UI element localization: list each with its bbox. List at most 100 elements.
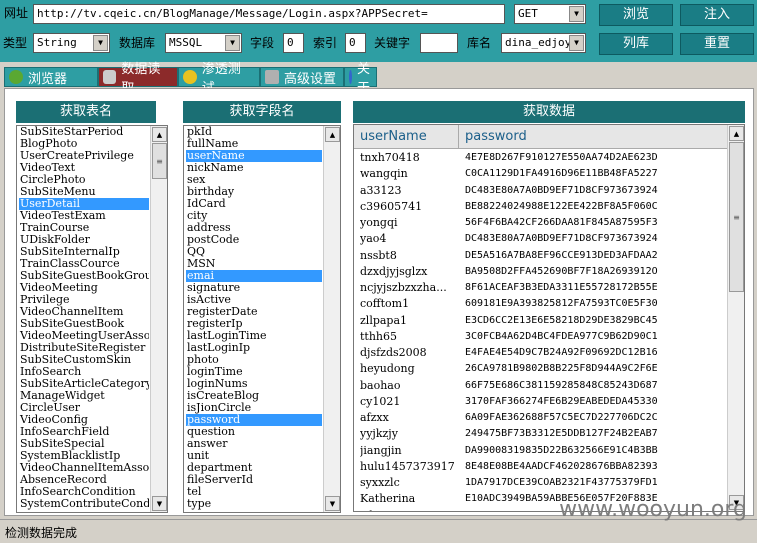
list-item[interactable]: SubSiteGuestBookGroup (19, 270, 149, 282)
list-item[interactable]: UserCreatePrivilege (19, 150, 149, 162)
table-row[interactable]: hulu1457373917 8E48E08BE4AADCF462028676BB… (354, 459, 728, 475)
list-item[interactable]: photo (186, 354, 322, 366)
keyword-input[interactable] (420, 33, 458, 53)
inject-button[interactable]: 注入 (680, 4, 754, 26)
scroll-down-icon[interactable]: ▼ (152, 496, 167, 511)
type-select[interactable]: String ▼ (33, 33, 110, 53)
list-item[interactable]: registerIp (186, 318, 322, 330)
list-item[interactable]: fullName (186, 138, 322, 150)
list-item[interactable]: SystemContributeCondi (19, 498, 149, 510)
table-row[interactable]: yongqi 56F4F6BA42CF266DAA81F845A87595F3 (354, 215, 728, 231)
list-item[interactable]: birthday (186, 186, 322, 198)
scroll-up-icon[interactable]: ▲ (325, 127, 340, 142)
table-row[interactable]: djsfzds2008 E4FAE4E54D9C7B24A92F09692DC12… (354, 345, 728, 361)
list-item[interactable]: emai (186, 270, 322, 282)
scroll-thumb[interactable]: ≡ (729, 142, 744, 292)
list-item[interactable]: InfoSearchCondition (19, 486, 149, 498)
table-name-list[interactable]: SubSiteStarPeriod BlogPhoto UserCreatePriv… (16, 125, 168, 513)
list-item[interactable]: CirclePhoto (19, 174, 149, 186)
list-item[interactable]: IdCard (186, 198, 322, 210)
list-item[interactable]: VideoMeeting (19, 282, 149, 294)
list-item[interactable]: registerDate (186, 306, 322, 318)
table-row[interactable]: syxxzlc 1DA7917DCE39COAB2321F43775379FD1 (354, 475, 728, 491)
list-item[interactable]: isActive (186, 294, 322, 306)
table-list-scrollbar[interactable]: ▲ ≡ ▼ (150, 126, 167, 512)
reset-button[interactable]: 重置 (680, 33, 754, 55)
list-item[interactable]: VideoConfig (19, 414, 149, 426)
list-item[interactable]: isJionCircle (186, 402, 322, 414)
list-item[interactable]: TrainCourse (19, 222, 149, 234)
list-item[interactable]: UserDetail (19, 198, 149, 210)
list-item[interactable]: address (186, 222, 322, 234)
scroll-up-icon[interactable]: ▲ (152, 127, 167, 142)
database-select[interactable]: MSSQL ▼ (165, 33, 242, 53)
chevron-down-icon[interactable]: ▼ (93, 35, 108, 51)
list-item[interactable]: fileServerId (186, 474, 322, 486)
table-row[interactable]: yyjkzjy 249475BF73B3312E5DDB127F24B2EAB7 (354, 426, 728, 442)
table-row[interactable]: nssbt8 DE5A516A7BA8EF96CCE913DED3AFDAA2 (354, 248, 728, 264)
list-item[interactable]: pkId (186, 126, 322, 138)
list-item[interactable]: VideoText (19, 162, 149, 174)
tab-advanced[interactable]: 高级设置 (260, 67, 344, 87)
list-item[interactable]: SubSiteSpecial (19, 438, 149, 450)
list-item[interactable]: BlogPhoto (19, 138, 149, 150)
url-input[interactable]: http://tv.cqeic.cn/BlogManage/Message/Lo… (33, 4, 505, 24)
tab-browser[interactable]: 浏览器 (4, 67, 98, 87)
list-item[interactable]: answer (186, 438, 322, 450)
table-row[interactable]: cy1021 3170FAF366274FE6B29EABEDEDA45330 (354, 394, 728, 410)
list-item[interactable]: SubSiteMenu (19, 186, 149, 198)
list-item[interactable]: department (186, 462, 322, 474)
list-item[interactable]: VideoChannelItemAssoc (19, 462, 149, 474)
column-header-username[interactable]: userName (354, 125, 459, 149)
table-row[interactable]: c39605741 BE88224024988E122EE422BF8A5F060… (354, 199, 728, 215)
chevron-down-icon[interactable]: ▼ (569, 35, 584, 51)
index-input[interactable]: 0 (345, 33, 366, 53)
list-item[interactable]: tel (186, 486, 322, 498)
table-row[interactable]: wangqin C0CA1129D1FA4916D96E11BB48FA5227 (354, 166, 728, 182)
list-item[interactable]: question (186, 426, 322, 438)
list-item[interactable]: nickName (186, 162, 322, 174)
list-item[interactable]: SubSiteInternalIp (19, 246, 149, 258)
libname-select[interactable]: dina_edjoy_ ▼ (501, 33, 586, 53)
list-item[interactable]: unit (186, 450, 322, 462)
list-item[interactable]: VideoChannelItem (19, 306, 149, 318)
table-row[interactable]: ncjyjszbzxzha... 8F61ACEAF3B3EDA3311E5572… (354, 280, 728, 296)
list-item[interactable]: loginTime (186, 366, 322, 378)
table-row[interactable]: cofftom1 609181E9A393825812FA7593TC0E5F30 (354, 296, 728, 312)
chevron-down-icon[interactable]: ▼ (225, 35, 240, 51)
data-grid[interactable]: userName password tnxh70418 4E7E8D267F910… (353, 124, 745, 512)
field-list-scrollbar[interactable]: ▲ ▼ (323, 126, 340, 512)
table-row[interactable]: zllpapa1 E3CD6CC2E13E6E58218D29DE3829BC45 (354, 313, 728, 329)
scroll-thumb[interactable]: ≡ (152, 143, 167, 179)
table-row[interactable]: dzxdjyjsglzx BA9508D2FFA452690BF7F18A2693… (354, 264, 728, 280)
list-item[interactable]: AbsenceRecord (19, 474, 149, 486)
scroll-up-icon[interactable]: ▲ (729, 126, 744, 141)
tab-about[interactable]: 关于 (344, 62, 377, 96)
list-item[interactable]: signature (186, 282, 322, 294)
list-item[interactable]: CircleUser (19, 402, 149, 414)
list-item[interactable]: DistributeSiteRegister (19, 342, 149, 354)
list-item[interactable]: InfoSearch (19, 366, 149, 378)
table-row[interactable]: yao4 DC483E80A7A0BD9EF71D8CF973673924 (354, 231, 728, 247)
scroll-down-icon[interactable]: ▼ (325, 496, 340, 511)
table-row[interactable]: afzxx 6A09FAE362688F57C5EC7D227706DC2C (354, 410, 728, 426)
data-grid-scrollbar[interactable]: ▲ ≡ ▼ (727, 125, 744, 511)
list-item[interactable]: UDiskFolder (19, 234, 149, 246)
list-item[interactable]: password (186, 414, 322, 426)
list-item[interactable]: sex (186, 174, 322, 186)
list-item[interactable]: SubSiteGuestBook (19, 318, 149, 330)
table-row[interactable]: heyudong 26CA9781B9802B8B225F8D944A9C2F6E (354, 361, 728, 377)
list-item[interactable]: ManageWidget (19, 390, 149, 402)
list-item[interactable]: postCode (186, 234, 322, 246)
list-item[interactable]: Privilege (19, 294, 149, 306)
field-name-list[interactable]: pkId fullName userName nickName sex birthday I… (183, 125, 341, 513)
table-row[interactable]: baohao 66F75E686C381159285848C85243D687 (354, 378, 728, 394)
list-item[interactable]: SubSiteCustomSkin (19, 354, 149, 366)
table-row[interactable]: tthh65 3C0FCB4A62D4BC4FDEA977C9B62D90C1 (354, 329, 728, 345)
list-item[interactable]: InfoSearchField (19, 426, 149, 438)
method-select[interactable]: GET ▼ (514, 4, 586, 24)
table-row[interactable]: jiangjin DA99008319835D22B632566E91C4B3BB (354, 443, 728, 459)
list-item[interactable]: MSN (186, 258, 322, 270)
list-item[interactable]: city (186, 210, 322, 222)
list-item[interactable]: lastLoginIp (186, 342, 322, 354)
